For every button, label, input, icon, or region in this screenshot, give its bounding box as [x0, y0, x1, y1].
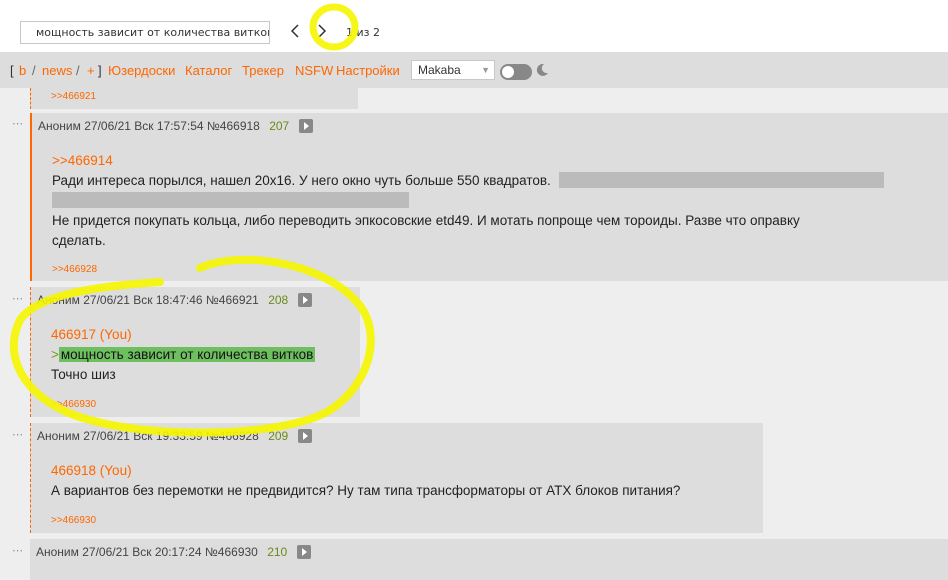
nav-bracket-open: [	[10, 63, 14, 78]
post-menu-dots[interactable]: ⋯	[12, 428, 24, 441]
post-header: Аноним 27/06/21 Вск 19:33:59 №466928 209	[37, 429, 312, 443]
play-icon[interactable]	[296, 545, 311, 559]
post-backref[interactable]: >>466930	[51, 399, 96, 410]
post-id[interactable]: №466921	[206, 293, 259, 307]
post-text-line: сделать.	[52, 233, 106, 248]
quote-marker: >	[51, 347, 59, 362]
post-body: 466917 (You) > мощность зависит от количе…	[51, 325, 316, 385]
post-datetime: 27/06/21 Вск 20:17:24	[82, 545, 202, 559]
quote-text-highlighted: мощность зависит от количества витков	[58, 347, 316, 362]
spoiler[interactable]	[52, 192, 409, 208]
post-author: Аноним	[38, 119, 81, 133]
post-header: Аноним 27/06/21 Вск 18:47:46 №466921 208	[37, 293, 312, 307]
post-ordinal: 207	[269, 119, 290, 133]
post-author: Аноним	[37, 293, 80, 307]
moon-icon[interactable]	[534, 62, 550, 78]
post-id[interactable]: №466930	[205, 545, 258, 559]
post-backref[interactable]: >>466930	[51, 515, 96, 526]
post-backref[interactable]: >>466928	[52, 264, 97, 275]
nav-settings[interactable]: Настройки	[336, 63, 400, 78]
post-header: Аноним 27/06/21 Вск 20:17:24 №466930 210	[36, 545, 311, 559]
post: Аноним 27/06/21 Вск 17:57:54 №466918 207…	[30, 113, 948, 281]
toggle-knob	[502, 66, 514, 78]
post-partial: >>466921	[30, 88, 358, 109]
post-datetime: 27/06/21 Вск 19:33:59	[83, 429, 203, 443]
post-ordinal: 209	[268, 429, 289, 443]
play-icon[interactable]	[298, 119, 313, 133]
nav-catalog[interactable]: Каталог	[185, 63, 232, 78]
post-text-line: Не придется покупать кольца, либо перево…	[52, 213, 800, 228]
nav-link-b[interactable]: b	[19, 63, 26, 78]
play-icon[interactable]	[297, 293, 312, 307]
nav-separator: /	[76, 63, 80, 78]
play-icon[interactable]	[297, 429, 312, 443]
post-author: Аноним	[36, 545, 79, 559]
nav-separator: /	[32, 63, 36, 78]
chevron-left-icon[interactable]	[288, 22, 302, 40]
nav-tracker[interactable]: Трекер	[242, 63, 284, 78]
post-reply-link[interactable]: >>466914	[52, 151, 884, 171]
post-text-line: А вариантов без перемотки не предвидится…	[51, 483, 681, 498]
find-bar: мощность зависит от количества витков 1 …	[0, 0, 948, 52]
post-datetime: 27/06/21 Вск 17:57:54	[84, 119, 204, 133]
post-id[interactable]: №466928	[206, 429, 259, 443]
post-text-line: Точно шиз	[51, 367, 116, 382]
post-body: 466918 (You) А вариантов без перемотки н…	[51, 461, 680, 501]
post-reply-link[interactable]: 466917 (You)	[51, 325, 315, 345]
style-select[interactable]: Makaba ▼	[411, 60, 495, 80]
post: Аноним 27/06/21 Вск 18:47:46 №466921 208…	[30, 287, 360, 417]
nav-link-news[interactable]: news	[42, 63, 72, 78]
nav-nsfw[interactable]: NSFW	[295, 63, 333, 78]
nav-bracket-close: ]	[98, 63, 102, 78]
nav-link-plus[interactable]: +	[87, 63, 95, 78]
spoiler[interactable]	[558, 172, 884, 188]
post: Аноним 27/06/21 Вск 19:33:59 №466928 209…	[30, 423, 763, 533]
post-text-line: Ради интереса порылся, нашел 20x16. У не…	[52, 173, 551, 188]
find-result-count: 1 из 2	[346, 26, 380, 39]
post-datetime: 27/06/21 Вск 18:47:46	[83, 293, 203, 307]
post-backref[interactable]: >>466921	[51, 91, 96, 102]
post-id[interactable]: №466918	[207, 119, 260, 133]
style-select-value: Makaba	[418, 63, 461, 77]
post-author: Аноним	[37, 429, 80, 443]
board-navbar: [ b / news / + ] Юзердоски Каталог Треке…	[0, 52, 948, 88]
post: Аноним 27/06/21 Вск 20:17:24 №466930 210	[30, 539, 948, 580]
post-header: Аноним 27/06/21 Вск 17:57:54 №466918 207	[38, 119, 313, 133]
post-menu-dots[interactable]: ⋯	[12, 117, 24, 130]
post-menu-dots[interactable]: ⋯	[12, 292, 24, 305]
post-reply-link[interactable]: 466918 (You)	[51, 461, 680, 481]
find-input[interactable]: мощность зависит от количества витков	[20, 21, 270, 44]
caret-down-icon: ▼	[481, 65, 490, 75]
theme-toggle[interactable]	[500, 64, 532, 80]
chevron-right-icon[interactable]	[315, 22, 329, 40]
post-ordinal: 210	[267, 545, 288, 559]
nav-userboards[interactable]: Юзердоски	[108, 63, 175, 78]
post-body: >>466914 Ради интереса порылся, нашел 20…	[52, 151, 884, 251]
post-menu-dots[interactable]: ⋯	[12, 544, 24, 557]
post-ordinal: 208	[268, 293, 289, 307]
